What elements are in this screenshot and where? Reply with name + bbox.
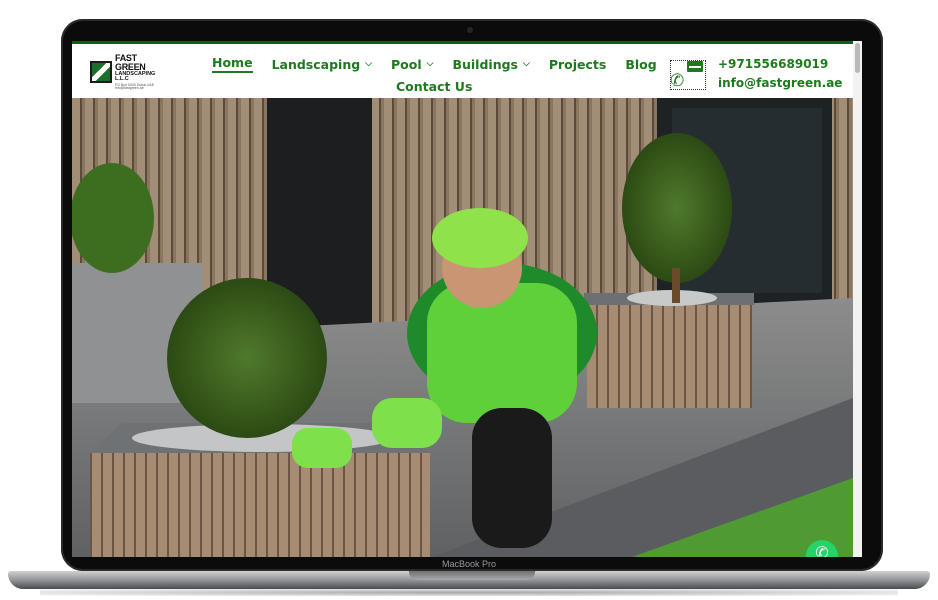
whatsapp-icon: ✆ [815,545,829,557]
nav-item-label: Blog [625,56,657,72]
nav-item-blog[interactable]: Blog [625,57,656,72]
email-link[interactable]: info@fastgreen.ae [718,74,842,93]
device-label: MacBook Pro [441,559,497,569]
nav-item-label: Home [212,55,253,70]
scrollbar[interactable] [853,41,862,557]
contact-icons: ✆ [670,60,708,90]
hero-image: ✆ [72,98,853,557]
nav-item-label: Pool [391,56,422,72]
camera-icon [467,27,473,33]
logo-text: FAST GREEN LANDSCAPING L.L.C PO Box 0000… [115,52,160,91]
nav-item-label: Contact Us [396,78,473,94]
nav-row-primary: Home Landscaping ⌵ Pool ⌵ Buildings ⌵ Pr… [212,54,657,74]
scroll-thumb[interactable] [855,43,860,73]
nav-item-label: Projects [548,56,607,72]
logo-mark-icon [90,61,112,83]
nav-item-home[interactable]: Home [212,55,253,73]
contact-info: +971556689019 info@fastgreen.ae [718,55,842,93]
mail-icon [687,61,703,72]
screen: FAST GREEN LANDSCAPING L.L.C PO Box 0000… [72,41,862,557]
chevron-down-icon: ⌵ [426,59,434,69]
nav-item-contact-us[interactable]: Contact Us [396,79,472,94]
site-header: FAST GREEN LANDSCAPING L.L.C PO Box 0000… [72,41,862,98]
chevron-down-icon: ⌵ [522,59,530,69]
main-nav: Home Landscaping ⌵ Pool ⌵ Buildings ⌵ Pr… [212,54,657,96]
logo-name: FAST GREEN [115,52,146,72]
nav-row-secondary: Contact Us [212,76,652,96]
phone-link[interactable]: +971556689019 [718,55,842,74]
logo-fine-print: PO Box 0000 Dubai UAE info@fastgreen.ae [115,82,155,90]
chevron-down-icon: ⌵ [365,59,373,69]
phone-icon: ✆ [670,71,685,90]
logo-subtitle: LANDSCAPING L.L.C [115,70,156,82]
nav-item-label: Landscaping [271,56,361,72]
nav-item-pool[interactable]: Pool ⌵ [391,57,433,72]
hero-illustration [72,98,853,557]
nav-item-landscaping[interactable]: Landscaping ⌵ [272,57,372,72]
nav-item-projects[interactable]: Projects [549,57,607,72]
nav-item-buildings[interactable]: Buildings ⌵ [452,57,529,72]
nav-item-label: Buildings [452,56,518,72]
laptop-notch [409,571,535,580]
laptop-shadow [40,589,898,596]
brand-logo[interactable]: FAST GREEN LANDSCAPING L.L.C PO Box 0000… [90,53,160,90]
